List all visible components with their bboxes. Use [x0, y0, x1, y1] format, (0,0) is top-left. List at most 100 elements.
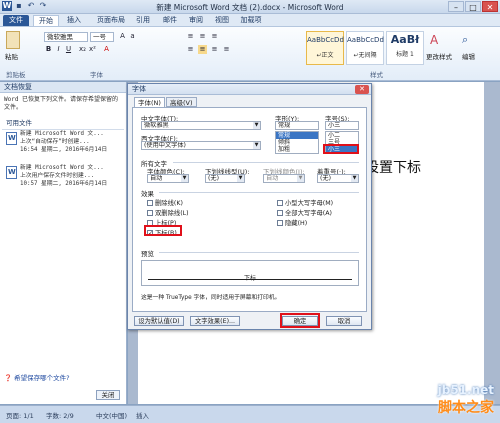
tab-home[interactable]: 开始 — [33, 15, 59, 26]
recovered-file-1[interactable]: 新建 Microsoft Word 文... 上次“自动保存”时创建... 16… — [4, 130, 122, 164]
font-style-option[interactable]: 倾斜 — [276, 139, 318, 146]
edit-label[interactable]: 编辑 — [462, 51, 475, 61]
recovered-file-2[interactable]: 新建 Microsoft Word 文... 上次用户保存文件时创建... 10… — [4, 164, 122, 198]
style-no-spacing[interactable]: AaBbCcDd ↵无间隔 — [346, 31, 384, 65]
tab-advanced[interactable]: 高级(V) — [166, 97, 197, 107]
tab-references[interactable]: 引用 — [133, 15, 153, 26]
tab-mailings[interactable]: 邮件 — [160, 15, 180, 26]
superscript-button[interactable]: x² — [88, 45, 97, 54]
justify-icon[interactable]: ≡ — [222, 45, 231, 54]
tab-view[interactable]: 视图 — [212, 15, 232, 26]
word-count[interactable]: 字数: 2/9 — [46, 410, 74, 420]
change-styles-icon[interactable]: A — [430, 33, 444, 47]
font-size-box[interactable]: 一号 — [90, 32, 114, 42]
cancel-button[interactable]: 取消 — [326, 316, 362, 326]
change-styles-label[interactable]: 更改样式 — [426, 51, 452, 61]
align-center-icon[interactable]: ≡ — [198, 45, 207, 54]
dropdown-arrow-icon: ▼ — [297, 175, 304, 182]
clipboard-group-label: 剪贴板 — [6, 71, 26, 79]
checkbox-label: 全部大写字母(A) — [285, 210, 333, 217]
dropdown-arrow-icon: ▼ — [181, 175, 188, 182]
document-recovery-pane: 文档恢复 Word 已恢复下列文件。请保存希望保留的文件。 可用文件 新建 Mi… — [0, 82, 127, 404]
page-count[interactable]: 页面: 1/1 — [6, 410, 34, 420]
style-normal[interactable]: AaBbCcDd ↵正文 — [306, 31, 344, 65]
all-caps-checkbox[interactable]: 全部大写字母(A) — [277, 208, 332, 217]
style-normal-preview: AaBbCcDd — [307, 36, 344, 44]
style-heading-1[interactable]: AaBł 标题 1 — [386, 31, 424, 65]
file-desc: 上次用户保存文件时创建... — [20, 173, 95, 179]
cn-font-select[interactable]: 微软雅黑 ▼ — [141, 121, 261, 130]
ribbon-tabs: 文件 开始 插入 页面布局 引用 邮件 审阅 视图 加载项 — [0, 14, 500, 27]
bold-button[interactable]: B — [44, 45, 53, 54]
checkbox-label: 删除线(K) — [155, 200, 183, 207]
tab-review[interactable]: 审阅 — [186, 15, 206, 26]
double-strikethrough-checkbox[interactable]: 双删除线(L) — [147, 208, 189, 217]
word-doc-icon — [6, 132, 17, 145]
minimize-button[interactable]: – — [448, 1, 464, 12]
subscript-highlight-box — [144, 225, 182, 236]
font-size-input[interactable]: 小三 — [325, 121, 359, 130]
available-files-label: 可用文件 — [2, 115, 124, 130]
style-heading-preview: AaBł — [390, 33, 420, 46]
font-size-option[interactable]: 小二 — [326, 132, 358, 139]
style-heading-name: 标题 1 — [396, 51, 414, 58]
tab-page-layout[interactable]: 页面布局 — [92, 15, 130, 26]
dropdown-arrow-icon: ▼ — [253, 122, 260, 129]
font-color-icon[interactable]: A — [102, 45, 111, 54]
tab-addins[interactable]: 加载项 — [238, 15, 264, 26]
checkbox-label: 隐藏(H) — [285, 220, 308, 227]
style-normal-name: ↵正文 — [316, 52, 334, 59]
shrink-font-icon[interactable]: a — [128, 32, 137, 41]
window-title: 新建 Microsoft Word 文档 (2).docx - Microsof… — [156, 3, 344, 12]
recovery-close-button[interactable]: 关闭 — [96, 390, 120, 400]
multilevel-list-icon[interactable]: ≡ — [210, 32, 219, 41]
language[interactable]: 中文(中国) — [96, 410, 127, 420]
file-desc: 上次“自动保存”时创建... — [20, 139, 90, 145]
set-default-button[interactable]: 设为默认值(D) — [134, 316, 184, 326]
underline-style-select[interactable]: (无) ▼ — [205, 174, 245, 183]
preview-note: 这是一种 TrueType 字体，同时适用于屏幕和打印机。 — [141, 295, 281, 301]
dropdown-arrow-icon: ▼ — [237, 175, 244, 182]
font-style-option[interactable]: 常规 — [276, 132, 318, 139]
find-icon[interactable]: ⌕ — [462, 33, 476, 47]
subscript-button[interactable]: x₂ — [78, 45, 87, 54]
title-bar: W ▪ ↶ ↷ 新建 Microsoft Word 文档 (2).docx - … — [0, 0, 500, 14]
italic-button[interactable]: I — [54, 45, 63, 54]
strikethrough-checkbox[interactable]: 删除线(K) — [147, 198, 183, 207]
text-effects-button[interactable]: 文字效果(E)... — [190, 316, 240, 326]
watermark-name: 脚本之家 — [438, 400, 494, 416]
align-right-icon[interactable]: ≡ — [210, 45, 219, 54]
underline-button[interactable]: U — [64, 45, 73, 54]
hidden-checkbox[interactable]: 隐藏(H) — [277, 218, 307, 227]
grow-font-icon[interactable]: A — [118, 32, 127, 41]
maximize-button[interactable]: □ — [465, 1, 481, 12]
font-style-input[interactable]: 常规 — [275, 121, 319, 130]
insert-mode[interactable]: 插入 — [136, 410, 149, 420]
font-color-value: 自动 — [150, 175, 163, 182]
paste-icon[interactable] — [6, 31, 20, 49]
dialog-close-icon[interactable]: ✕ — [355, 85, 369, 94]
status-bar: 页面: 1/1 字数: 2/9 中文(中国) 插入 — [0, 405, 500, 423]
numbering-icon[interactable]: ≡ — [198, 32, 207, 41]
tab-file[interactable]: 文件 — [3, 15, 29, 26]
recovery-message: Word 已恢复下列文件。请保存希望保留的文件。 — [4, 96, 119, 111]
west-font-value: (使用中文字体) — [144, 142, 186, 149]
font-color-select[interactable]: 自动 ▼ — [147, 174, 189, 183]
align-left-icon[interactable]: ≡ — [186, 45, 195, 54]
underline-color-select[interactable]: 自动 ▼ — [263, 174, 305, 183]
recovery-header: 文档恢复 — [0, 82, 126, 93]
dialog-title: 字体 — [128, 84, 371, 95]
checkbox-label: 小型大写字母(M) — [285, 200, 334, 207]
underline-style-value: (无) — [208, 175, 220, 182]
close-button[interactable]: ✕ — [482, 1, 498, 12]
small-caps-checkbox[interactable]: 小型大写字母(M) — [277, 198, 333, 207]
west-font-select[interactable]: (使用中文字体) ▼ — [141, 141, 261, 150]
font-name-box[interactable]: 微软雅黑 — [44, 32, 88, 42]
tab-insert[interactable]: 插入 — [62, 15, 86, 26]
emphasis-select[interactable]: (无) ▼ — [317, 174, 359, 183]
preview-label: 预览 — [141, 250, 154, 258]
font-style-list[interactable]: 常规 倾斜 加粗 — [275, 131, 319, 154]
which-file-help-link[interactable]: ❓ 希望保存哪个文件? — [4, 372, 70, 382]
font-style-option[interactable]: 加粗 — [276, 146, 318, 153]
bullets-icon[interactable]: ≡ — [186, 32, 195, 41]
